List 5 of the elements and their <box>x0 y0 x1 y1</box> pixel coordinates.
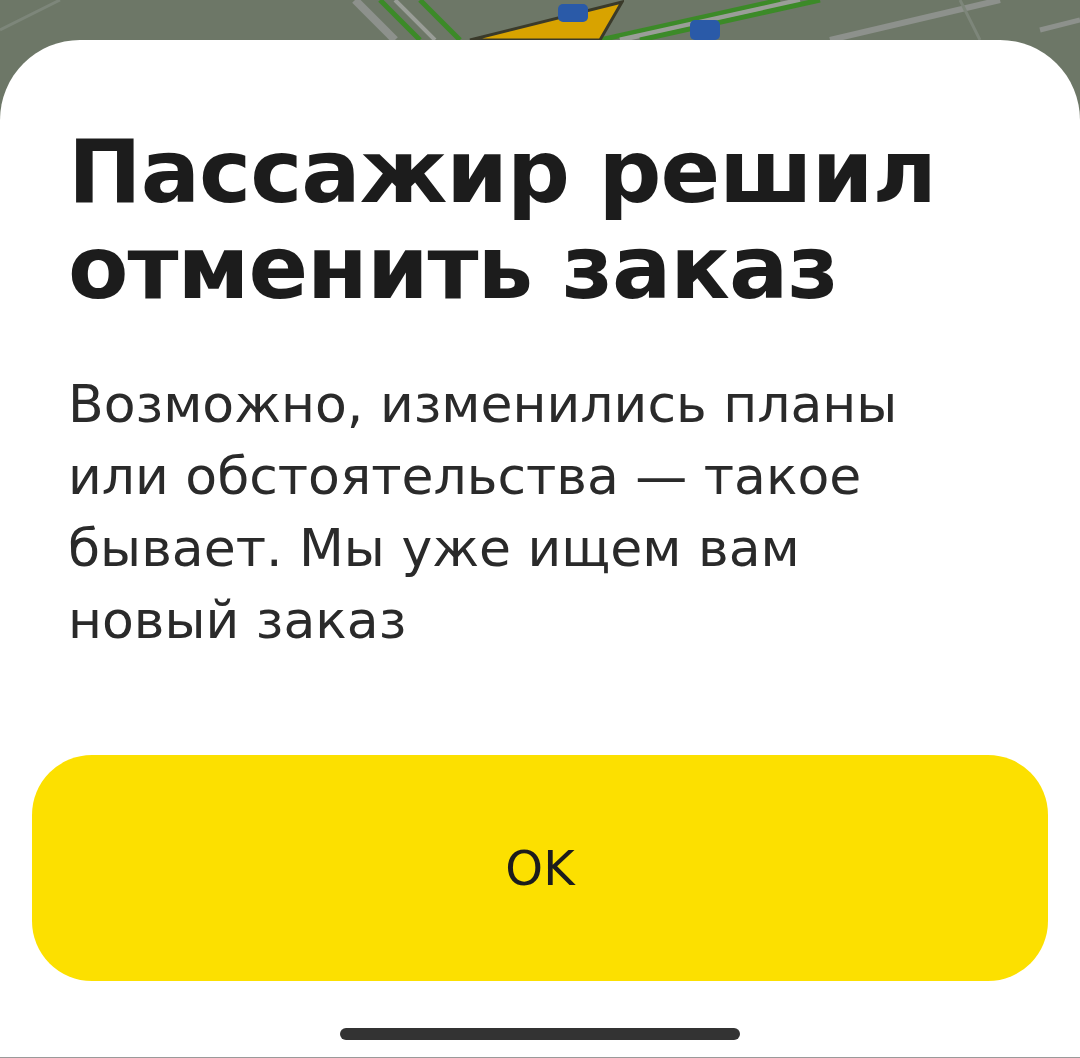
ok-button[interactable]: OK <box>32 755 1048 981</box>
map-marker-icon <box>558 4 588 22</box>
dialog-message: Возможно, изменились планы или обстоятельства — такое бывает. Мы уже ищем вам новый заказ <box>68 373 899 652</box>
map-marker-icon <box>690 20 720 40</box>
dialog-title: Пассажир решил отменить заказ <box>68 124 937 316</box>
